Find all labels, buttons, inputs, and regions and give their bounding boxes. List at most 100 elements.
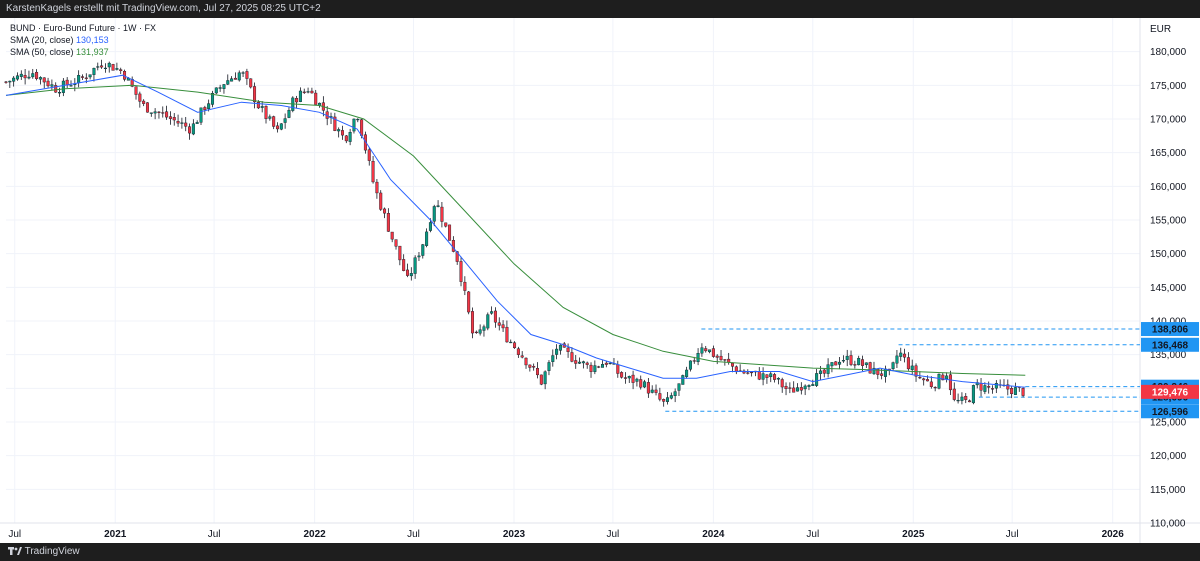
candle[interactable] bbox=[237, 70, 241, 82]
candle[interactable] bbox=[822, 368, 826, 378]
candle[interactable] bbox=[646, 378, 650, 398]
candle[interactable] bbox=[826, 358, 830, 378]
candle[interactable] bbox=[922, 377, 926, 386]
candle[interactable] bbox=[463, 276, 467, 296]
candle[interactable] bbox=[474, 330, 478, 334]
candle[interactable] bbox=[310, 87, 314, 94]
candle[interactable] bbox=[367, 147, 371, 166]
candle[interactable] bbox=[383, 207, 387, 219]
candle[interactable] bbox=[478, 324, 482, 336]
candle[interactable] bbox=[409, 267, 413, 281]
candle[interactable] bbox=[516, 346, 520, 358]
candle[interactable] bbox=[298, 87, 302, 103]
candle[interactable] bbox=[524, 357, 528, 369]
candle[interactable] bbox=[149, 112, 153, 117]
candle[interactable] bbox=[386, 208, 390, 232]
candle[interactable] bbox=[165, 105, 169, 120]
candle[interactable] bbox=[23, 68, 27, 85]
candle[interactable] bbox=[31, 68, 35, 79]
candle[interactable] bbox=[65, 77, 69, 89]
candle[interactable] bbox=[757, 367, 761, 381]
candle[interactable] bbox=[35, 69, 39, 81]
candle[interactable] bbox=[914, 363, 918, 382]
candle[interactable] bbox=[1013, 382, 1017, 395]
candle[interactable] bbox=[451, 236, 455, 253]
candle[interactable] bbox=[719, 349, 723, 361]
candle[interactable] bbox=[635, 377, 639, 387]
candle[interactable] bbox=[440, 202, 444, 228]
candle[interactable] bbox=[92, 67, 96, 82]
candle[interactable] bbox=[421, 243, 425, 259]
candle[interactable] bbox=[73, 78, 77, 92]
candle[interactable] bbox=[509, 339, 513, 344]
candle[interactable] bbox=[979, 378, 983, 397]
candle[interactable] bbox=[968, 399, 972, 403]
candle[interactable] bbox=[792, 381, 796, 393]
candle[interactable] bbox=[616, 360, 620, 378]
candle[interactable] bbox=[807, 384, 811, 391]
candle[interactable] bbox=[145, 102, 149, 113]
candle[interactable] bbox=[895, 349, 899, 369]
candle[interactable] bbox=[264, 105, 268, 124]
candle[interactable] bbox=[425, 228, 429, 248]
candle[interactable] bbox=[302, 88, 306, 95]
candle[interactable] bbox=[245, 68, 249, 85]
candle[interactable] bbox=[623, 372, 627, 384]
candle[interactable] bbox=[490, 306, 494, 315]
candle[interactable] bbox=[581, 360, 585, 369]
candle[interactable] bbox=[841, 355, 845, 363]
candle[interactable] bbox=[77, 70, 81, 88]
candle[interactable] bbox=[639, 375, 643, 390]
candle[interactable] bbox=[849, 350, 853, 367]
candle[interactable] bbox=[868, 361, 872, 374]
candle[interactable] bbox=[853, 360, 857, 369]
candle[interactable] bbox=[88, 74, 92, 80]
candle[interactable] bbox=[834, 361, 838, 366]
candle[interactable] bbox=[138, 91, 142, 108]
candle[interactable] bbox=[799, 382, 803, 395]
candle[interactable] bbox=[570, 347, 574, 363]
candle[interactable] bbox=[688, 360, 692, 372]
candle[interactable] bbox=[142, 99, 146, 107]
candle[interactable] bbox=[413, 255, 417, 279]
candle[interactable] bbox=[501, 320, 505, 332]
candle[interactable] bbox=[600, 360, 604, 368]
candle[interactable] bbox=[188, 123, 192, 140]
candle[interactable] bbox=[222, 84, 226, 94]
candle[interactable] bbox=[107, 61, 111, 73]
candle[interactable] bbox=[486, 312, 490, 331]
candle[interactable] bbox=[493, 307, 497, 328]
candle[interactable] bbox=[620, 371, 624, 379]
candle[interactable] bbox=[815, 368, 819, 388]
candle[interactable] bbox=[784, 382, 788, 396]
candle[interactable] bbox=[750, 371, 754, 377]
candle[interactable] bbox=[153, 108, 157, 120]
candle[interactable] bbox=[444, 222, 448, 228]
candle[interactable] bbox=[685, 366, 689, 379]
candle[interactable] bbox=[352, 118, 356, 134]
candle[interactable] bbox=[279, 123, 283, 131]
candle[interactable] bbox=[845, 349, 849, 367]
candle[interactable] bbox=[654, 384, 658, 396]
candle[interactable] bbox=[681, 374, 685, 385]
chart-frame[interactable]: 110,000115,000120,000125,000130,000135,0… bbox=[0, 18, 1200, 543]
candle[interactable] bbox=[38, 76, 42, 85]
candle[interactable] bbox=[975, 379, 979, 389]
candle[interactable] bbox=[96, 62, 100, 71]
candle[interactable] bbox=[405, 263, 409, 278]
candle[interactable] bbox=[8, 80, 12, 88]
candle[interactable] bbox=[780, 377, 784, 393]
candle[interactable] bbox=[643, 379, 647, 389]
candle[interactable] bbox=[830, 362, 834, 373]
candle[interactable] bbox=[333, 112, 337, 132]
candle[interactable] bbox=[306, 87, 310, 94]
candle[interactable] bbox=[15, 72, 19, 81]
candle[interactable] bbox=[929, 376, 933, 389]
candle[interactable] bbox=[214, 87, 218, 95]
candle[interactable] bbox=[100, 59, 104, 69]
candle[interactable] bbox=[547, 360, 551, 376]
candle[interactable] bbox=[650, 385, 654, 394]
candle[interactable] bbox=[903, 348, 907, 363]
candle[interactable] bbox=[738, 364, 742, 372]
candle[interactable] bbox=[731, 362, 735, 373]
